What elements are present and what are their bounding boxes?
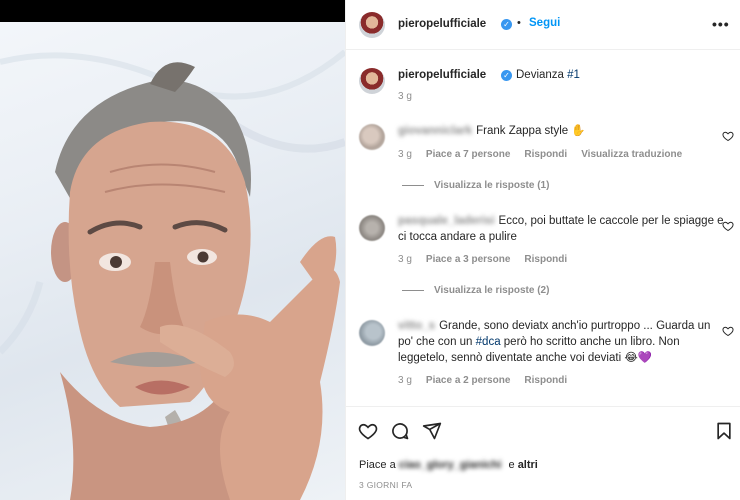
comment-hashtag[interactable]: #dca bbox=[476, 336, 501, 348]
comment-likes[interactable]: Piace a 3 persone bbox=[426, 254, 511, 265]
caption-time[interactable]: 3 g bbox=[398, 91, 412, 102]
heart-icon[interactable] bbox=[722, 130, 734, 142]
caption-username[interactable]: pieropelufficiale bbox=[398, 69, 486, 81]
comment-likes[interactable]: Piace a 7 persone bbox=[426, 149, 511, 160]
translate-button[interactable]: Visualizza traduzione bbox=[581, 149, 682, 160]
post-header: pieropelufficiale ✓ • Segui ••• bbox=[346, 0, 740, 50]
comment-icon[interactable] bbox=[390, 421, 410, 441]
comment-1: giovanniclark Frank Zappa style ✋ bbox=[398, 125, 586, 137]
caption-hashtag[interactable]: #1 bbox=[567, 69, 580, 81]
comment-username[interactable]: giovanniclark bbox=[398, 125, 472, 137]
comment-avatar[interactable] bbox=[359, 124, 385, 150]
caption-text: Devianza #1 bbox=[516, 69, 580, 81]
comment-likes[interactable]: Piace a 2 persone bbox=[426, 375, 511, 386]
reply-button[interactable]: Rispondi bbox=[524, 254, 567, 265]
post-side-panel: pieropelufficiale ✓ • Segui ••• pieropel… bbox=[345, 0, 740, 500]
reply-button[interactable]: Rispondi bbox=[524, 375, 567, 386]
comment-time[interactable]: 3 g bbox=[398, 254, 412, 265]
comment-2-meta: 3 g Piace a 3 persone Rispondi bbox=[398, 254, 581, 265]
replies-line bbox=[402, 184, 424, 186]
comment-username[interactable]: pasquale_laderisi bbox=[398, 215, 495, 227]
photo-top-bar bbox=[0, 0, 345, 22]
verified-badge-icon: ✓ bbox=[501, 19, 512, 30]
comment-avatar[interactable] bbox=[359, 215, 385, 241]
comment-time[interactable]: 3 g bbox=[398, 375, 412, 386]
comment-1-meta: 3 g Piace a 7 persone Rispondi Visualizza t… bbox=[398, 149, 696, 160]
selfie-image bbox=[0, 49, 345, 500]
others-link[interactable]: altri bbox=[518, 459, 538, 471]
view-replies-button[interactable]: Visualizza le risposte (2) bbox=[402, 285, 549, 296]
comment-3-meta: 3 g Piace a 2 persone Rispondi bbox=[398, 375, 581, 386]
post-timestamp[interactable]: 3 GIORNI FA bbox=[359, 480, 412, 490]
caption-avatar[interactable] bbox=[359, 68, 385, 94]
comment-3: vitto_s Grande, sono deviatx anch'io purt… bbox=[398, 320, 711, 364]
likes-summary: Piace a ciao_glory_gianichi e altri bbox=[359, 459, 538, 471]
comment-2: pasquale_laderisi Ecco, poi buttate le ca… bbox=[398, 215, 724, 243]
heart-icon[interactable] bbox=[722, 325, 734, 337]
comment-avatar[interactable] bbox=[359, 320, 385, 346]
avatar[interactable] bbox=[359, 12, 385, 38]
share-icon[interactable] bbox=[422, 421, 442, 441]
post-photo[interactable] bbox=[0, 0, 345, 500]
heart-icon[interactable] bbox=[722, 220, 734, 232]
separator-dot: • bbox=[517, 17, 521, 29]
action-bar: Piace a ciao_glory_gianichi e altri 3 GI… bbox=[346, 406, 740, 500]
heart-icon[interactable] bbox=[358, 421, 378, 441]
header-username[interactable]: pieropelufficiale bbox=[398, 18, 486, 30]
replies-line bbox=[402, 289, 424, 291]
follow-button[interactable]: Segui bbox=[529, 17, 560, 29]
reply-button[interactable]: Rispondi bbox=[524, 149, 567, 160]
view-replies-button[interactable]: Visualizza le risposte (1) bbox=[402, 180, 549, 191]
more-options-icon[interactable]: ••• bbox=[712, 16, 730, 32]
comment-time[interactable]: 3 g bbox=[398, 149, 412, 160]
comment-username[interactable]: vitto_s bbox=[398, 320, 435, 332]
bookmark-icon[interactable] bbox=[714, 421, 734, 441]
verified-badge-icon: ✓ bbox=[501, 70, 512, 81]
instagram-post-modal: pieropelufficiale ✓ • Segui ••• pieropel… bbox=[0, 0, 740, 500]
liked-by-username[interactable]: ciao_glory_gianichi bbox=[399, 459, 502, 471]
